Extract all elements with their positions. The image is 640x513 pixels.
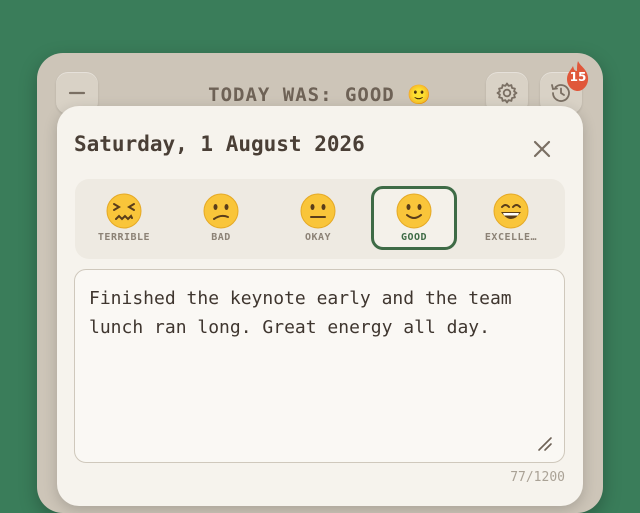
grinning-face-icon bbox=[493, 193, 529, 229]
mood-label: BAD bbox=[211, 232, 231, 243]
resize-grip-icon[interactable] bbox=[537, 436, 553, 452]
mood-option-excellent[interactable]: EXCELLE… bbox=[468, 186, 554, 250]
close-button[interactable] bbox=[527, 134, 557, 164]
confounded-face-icon bbox=[106, 193, 142, 229]
close-icon bbox=[533, 140, 551, 158]
streak-badge: 15 bbox=[563, 60, 593, 92]
confused-face-icon bbox=[203, 193, 239, 229]
slightly-smiling-face-icon bbox=[396, 193, 432, 229]
mood-label: GOOD bbox=[400, 232, 428, 243]
entry-card: Saturday, 1 August 2026 TERRIBLE BAD OKA… bbox=[57, 106, 583, 506]
mood-label: OKAY bbox=[304, 232, 332, 243]
entry-date: Saturday, 1 August 2026 bbox=[74, 132, 365, 156]
mood-option-good[interactable]: GOOD bbox=[371, 186, 457, 250]
character-count: 77/1200 bbox=[510, 470, 565, 485]
gear-icon bbox=[496, 82, 518, 104]
title-text: TODAY WAS: GOOD bbox=[208, 84, 395, 106]
mood-option-okay[interactable]: OKAY bbox=[275, 186, 361, 250]
mood-option-bad[interactable]: BAD bbox=[178, 186, 264, 250]
mood-option-terrible[interactable]: TERRIBLE bbox=[81, 186, 167, 250]
streak-count: 15 bbox=[569, 70, 587, 84]
note-textarea[interactable]: Finished the keynote early and the team … bbox=[74, 269, 565, 463]
neutral-face-icon bbox=[300, 193, 336, 229]
mood-selector: TERRIBLE BAD OKAY GOOD EXCELLE… bbox=[75, 179, 565, 259]
mood-label: EXCELLE… bbox=[484, 232, 538, 243]
title-mood-emoji: 🙂 bbox=[407, 84, 432, 106]
mood-label: TERRIBLE bbox=[97, 232, 151, 243]
